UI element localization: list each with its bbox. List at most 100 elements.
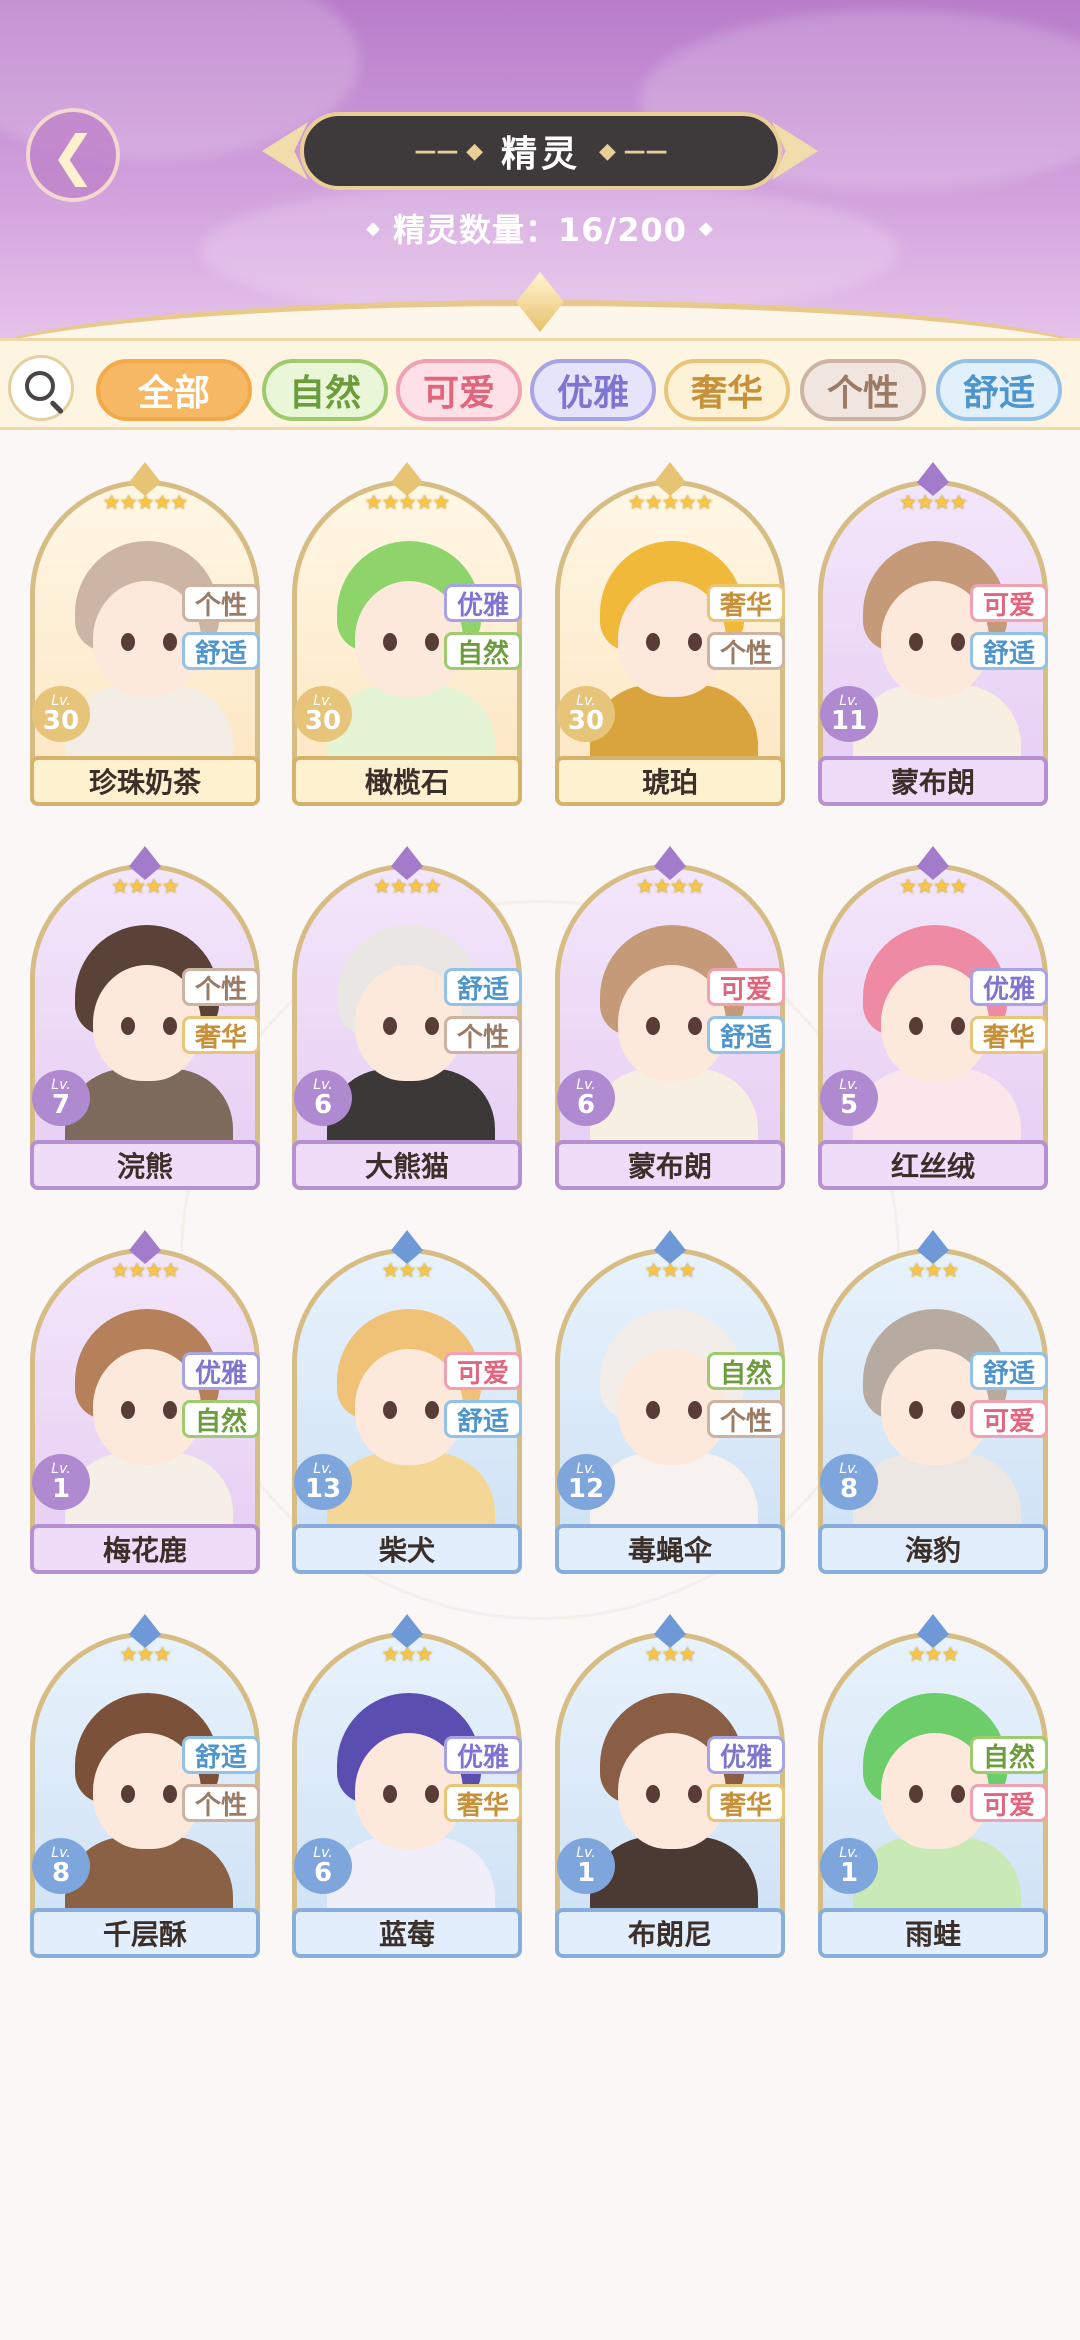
spirit-card[interactable]: ★★★★ 舒适 个性 Lv. 6 大熊猫	[292, 846, 522, 1192]
spirit-eye	[646, 1017, 660, 1035]
level-badge: Lv. 1	[557, 1838, 615, 1894]
level-badge: Lv. 6	[294, 1070, 352, 1126]
level-badge: Lv. 7	[32, 1070, 90, 1126]
spirit-tag: 舒适	[182, 632, 260, 670]
spirit-card[interactable]: ★★★★★ 优雅 自然 Lv. 30 橄榄石	[292, 462, 522, 808]
star-rating: ★★★★	[111, 874, 180, 898]
spirit-card[interactable]: ★★★★ 可爱 舒适 Lv. 11 蒙布朗	[818, 462, 1048, 808]
count-deco-left: ◆	[366, 217, 381, 239]
spirit-tag: 舒适	[182, 1736, 260, 1774]
level-value: 13	[304, 1474, 342, 1504]
spirit-name: 柴犬	[292, 1524, 522, 1574]
spirit-card[interactable]: ★★★ 优雅 奢华 Lv. 1 布朗尼	[555, 1614, 785, 1960]
spirit-name: 布朗尼	[555, 1908, 785, 1958]
star-rating: ★★★	[119, 1642, 172, 1666]
level-badge: Lv. 8	[820, 1454, 878, 1510]
spirit-name: 大熊猫	[292, 1140, 522, 1190]
level-value: 1	[576, 1858, 596, 1888]
spirit-name: 琥珀	[555, 756, 785, 806]
level-value: 1	[51, 1474, 71, 1504]
spirit-count-text: 精灵数量：16/200	[392, 211, 688, 249]
spirit-eye	[951, 1401, 965, 1419]
spirit-tag: 自然	[182, 1400, 260, 1438]
spirit-eye	[163, 1401, 177, 1419]
spirit-eye	[646, 633, 660, 651]
spirit-card[interactable]: ★★★ 自然 个性 Lv. 12 毒蝇伞	[555, 1230, 785, 1576]
spirit-tag: 可爱	[707, 968, 785, 1006]
filter-tab-4[interactable]: 奢华	[664, 359, 790, 421]
search-button[interactable]	[8, 355, 74, 421]
filter-tab-5[interactable]: 个性	[800, 359, 926, 421]
spirit-tag: 可爱	[970, 584, 1048, 622]
level-value: 30	[304, 706, 342, 736]
spirit-eye	[909, 1785, 923, 1803]
spirit-card[interactable]: ★★★★ 可爱 舒适 Lv. 6 蒙布朗	[555, 846, 785, 1192]
spirit-card[interactable]: ★★★ 自然 可爱 Lv. 1 雨蛙	[818, 1614, 1048, 1960]
background-emblem	[180, 900, 900, 1620]
spirit-card[interactable]: ★★★★★ 奢华 个性 Lv. 30 琥珀	[555, 462, 785, 808]
level-badge: Lv. 8	[32, 1838, 90, 1894]
spirit-name: 蓝莓	[292, 1908, 522, 1958]
spirit-eye	[121, 633, 135, 651]
level-badge: Lv. 12	[557, 1454, 615, 1510]
level-value: 1	[839, 1858, 859, 1888]
spirit-tag: 舒适	[970, 632, 1048, 670]
level-badge: Lv. 13	[294, 1454, 352, 1510]
level-value: 6	[313, 1090, 333, 1120]
spirit-card[interactable]: ★★★★★ 个性 舒适 Lv. 30 珍珠奶茶	[30, 462, 260, 808]
spirit-tag: 奢华	[444, 1784, 522, 1822]
spirit-tag: 个性	[182, 584, 260, 622]
spirit-eye	[688, 633, 702, 651]
spirit-eye	[425, 1017, 439, 1035]
level-badge: Lv. 5	[820, 1070, 878, 1126]
spirit-card[interactable]: ★★★ 优雅 奢华 Lv. 6 蓝莓	[292, 1614, 522, 1960]
spirit-tag: 可爱	[970, 1400, 1048, 1438]
filter-tab-1[interactable]: 自然	[262, 359, 388, 421]
spirit-eye	[383, 1401, 397, 1419]
spirit-tag: 优雅	[182, 1352, 260, 1390]
level-badge: Lv. 1	[32, 1454, 90, 1510]
spirit-tag: 奢华	[970, 1016, 1048, 1054]
spirit-card[interactable]: ★★★ 舒适 个性 Lv. 8 千层酥	[30, 1614, 260, 1960]
spirit-tag: 个性	[182, 968, 260, 1006]
filter-tab-2[interactable]: 可爱	[396, 359, 522, 421]
page-title-plate: —— ◆ 精灵 ◆ ——	[300, 112, 782, 190]
spirit-tag: 舒适	[444, 1400, 522, 1438]
level-value: 30	[567, 706, 605, 736]
spirit-card[interactable]: ★★★★ 个性 奢华 Lv. 7 浣熊	[30, 846, 260, 1192]
spirit-name: 千层酥	[30, 1908, 260, 1958]
spirit-card[interactable]: ★★★★ 优雅 奢华 Lv. 5 红丝绒	[818, 846, 1048, 1192]
spirit-card[interactable]: ★★★ 舒适 可爱 Lv. 8 海豹	[818, 1230, 1048, 1576]
spirit-card[interactable]: ★★★★ 优雅 自然 Lv. 1 梅花鹿	[30, 1230, 260, 1576]
level-value: 5	[839, 1090, 859, 1120]
level-value: 30	[42, 706, 80, 736]
spirit-eye	[646, 1785, 660, 1803]
spirit-tag: 个性	[182, 1784, 260, 1822]
filter-tab-6[interactable]: 舒适	[936, 359, 1062, 421]
spirit-eye	[163, 633, 177, 651]
spirit-name: 蒙布朗	[555, 1140, 785, 1190]
level-value: 7	[51, 1090, 71, 1120]
spirit-eye	[425, 1785, 439, 1803]
spirit-tag: 个性	[707, 1400, 785, 1438]
spirit-eye	[688, 1785, 702, 1803]
level-badge: Lv. 30	[294, 686, 352, 742]
spirit-card[interactable]: ★★★ 可爱 舒适 Lv. 13 柴犬	[292, 1230, 522, 1576]
spirit-tag: 个性	[707, 632, 785, 670]
back-button[interactable]: ❮	[26, 108, 120, 202]
spirit-eye	[646, 1401, 660, 1419]
header: ❮ —— ◆ 精灵 ◆ —— ◆ 精灵数量：16/200 ◆	[0, 0, 1080, 345]
star-rating: ★★★★★	[364, 490, 451, 514]
star-rating: ★★★	[381, 1642, 434, 1666]
spirit-name: 橄榄石	[292, 756, 522, 806]
spirit-name: 海豹	[818, 1524, 1048, 1574]
filter-tab-3[interactable]: 优雅	[530, 359, 656, 421]
title-deco-right: ◆ ——	[599, 138, 668, 164]
spirit-tag: 自然	[707, 1352, 785, 1390]
spirit-eye	[425, 1401, 439, 1419]
spirit-eye	[688, 1401, 702, 1419]
filter-tab-0[interactable]: 全部	[96, 359, 252, 421]
spirit-count: ◆ 精灵数量：16/200 ◆	[330, 204, 750, 252]
spirit-eye	[383, 1785, 397, 1803]
spirit-eye	[383, 1017, 397, 1035]
